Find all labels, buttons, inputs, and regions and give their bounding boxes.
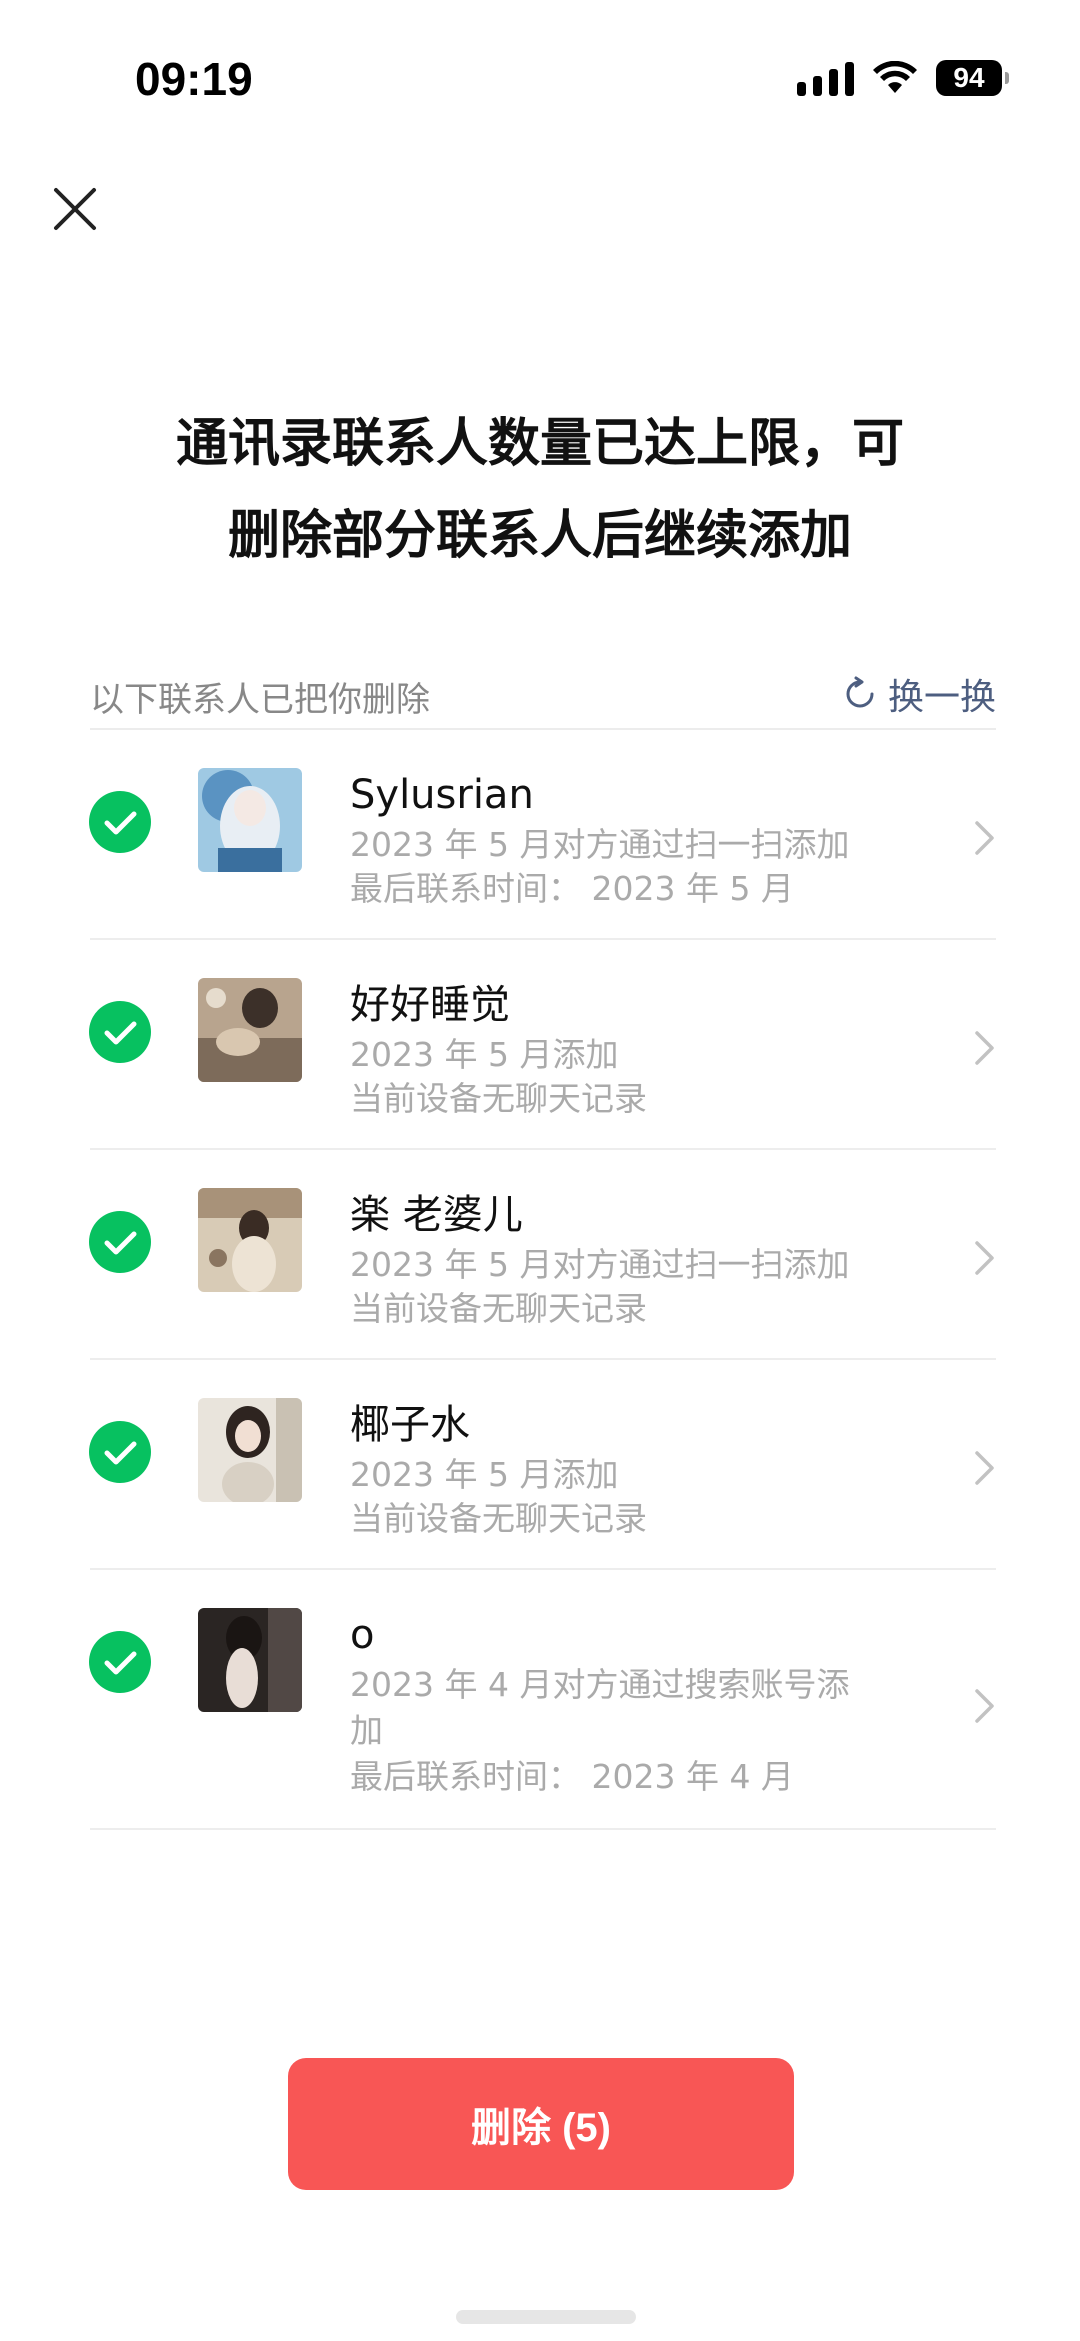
contact-name: 椰子水 — [350, 1402, 470, 1448]
page-title: 通讯录联系人数量已达上限，可 删除部分联系人后继续添加 — [0, 398, 1080, 582]
delete-button[interactable]: 删除 (5) — [288, 2058, 794, 2190]
chevron-right-icon — [975, 1241, 994, 1275]
chevron-right-icon — [975, 1689, 994, 1723]
contact-row[interactable]: 好好睡觉 2023 年 5 月添加 当前设备无聊天记录 — [0, 940, 1080, 1150]
battery-level: 94 — [953, 62, 985, 93]
contact-added-info: 2023 年 4 月对方通过搜索账号添 — [350, 1665, 850, 1704]
avatar — [198, 768, 302, 872]
contact-name: o — [350, 1612, 375, 1658]
contact-row[interactable]: o 2023 年 4 月对方通过搜索账号添 加 最后联系时间： 2023 年 4… — [0, 1570, 1080, 1830]
avatar — [198, 978, 302, 1082]
page-title-line-2: 删除部分联系人后继续添加 — [227, 506, 852, 566]
wifi-icon — [873, 61, 917, 93]
contact-name: 好好睡觉 — [350, 982, 510, 1028]
checked-circle-icon[interactable] — [88, 1630, 152, 1694]
status-bar: 09:19 94 — [0, 0, 1080, 150]
contact-added-info: 2023 年 5 月对方通过扫一扫添加 — [350, 1245, 850, 1284]
contact-name: Sylusrian — [350, 772, 534, 818]
refresh-button[interactable]: 换一换 — [842, 668, 996, 720]
close-icon[interactable] — [48, 182, 102, 236]
contact-added-info: 2023 年 5 月添加 — [350, 1035, 619, 1074]
contact-last-contact: 最后联系时间： 2023 年 4 月 — [350, 1757, 794, 1796]
cellular-signal-icon — [797, 60, 854, 96]
section-header: 以下联系人已把你删除 换一换 — [90, 668, 996, 728]
checked-circle-icon[interactable] — [88, 1420, 152, 1484]
page-title-line-1: 通讯录联系人数量已达上限，可 — [175, 414, 904, 474]
contact-added-info: 2023 年 5 月添加 — [350, 1455, 619, 1494]
refresh-label: 换一换 — [887, 677, 996, 718]
contact-list: Sylusrian 2023 年 5 月对方通过扫一扫添加 最后联系时间： 20… — [0, 730, 1080, 1830]
battery-icon: 94 — [936, 60, 1009, 96]
status-time: 09:19 — [135, 53, 253, 105]
checked-circle-icon[interactable] — [88, 790, 152, 854]
contact-chat-status: 当前设备无聊天记录 — [350, 1289, 647, 1328]
avatar — [198, 1188, 302, 1292]
chevron-right-icon — [975, 821, 994, 855]
avatar — [198, 1608, 302, 1712]
contact-added-info: 2023 年 5 月对方通过扫一扫添加 — [350, 825, 850, 864]
contact-last-contact: 最后联系时间： 2023 年 5 月 — [350, 869, 794, 908]
contact-chat-status: 当前设备无聊天记录 — [350, 1499, 647, 1538]
contact-name: 楽 老婆儿 — [350, 1192, 523, 1238]
status-indicators: 94 — [797, 60, 1009, 96]
refresh-icon — [846, 676, 874, 708]
section-title: 以下联系人已把你删除 — [90, 680, 430, 720]
checked-circle-icon[interactable] — [88, 1210, 152, 1274]
checked-circle-icon[interactable] — [88, 1000, 152, 1064]
chevron-right-icon — [975, 1031, 994, 1065]
contact-row[interactable]: 椰子水 2023 年 5 月添加 当前设备无聊天记录 — [0, 1360, 1080, 1570]
contact-chat-status: 当前设备无聊天记录 — [350, 1079, 647, 1118]
home-indicator[interactable] — [456, 2310, 636, 2324]
contact-row[interactable]: Sylusrian 2023 年 5 月对方通过扫一扫添加 最后联系时间： 20… — [0, 730, 1080, 940]
contact-row[interactable]: 楽 老婆儿 2023 年 5 月对方通过扫一扫添加 当前设备无聊天记录 — [0, 1150, 1080, 1360]
row-divider — [90, 1828, 996, 1830]
contact-added-info-wrap: 加 — [350, 1711, 383, 1750]
avatar — [198, 1398, 302, 1502]
chevron-right-icon — [975, 1451, 994, 1485]
